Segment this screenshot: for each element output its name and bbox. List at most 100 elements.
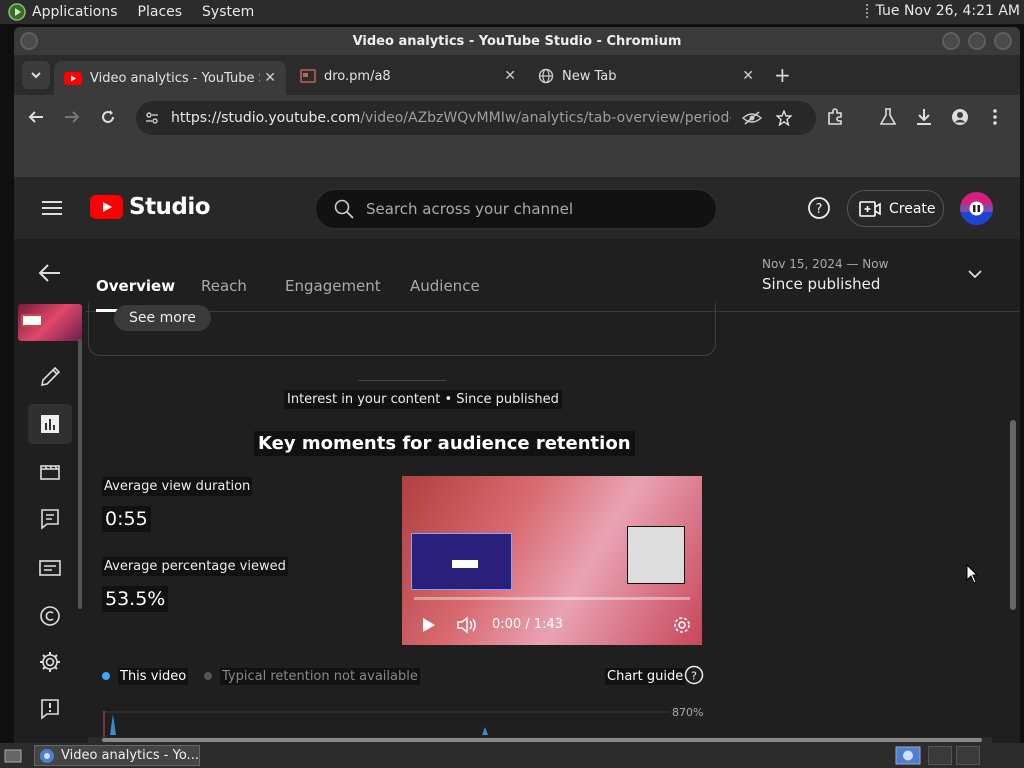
toolbar-spacer [14, 141, 1020, 177]
typical-dot [204, 672, 212, 680]
workspace-switcher-icon[interactable] [895, 746, 921, 765]
maximize-button[interactable] [968, 32, 986, 50]
tab-title: New Tab [562, 68, 617, 84]
section-subtitle: Interest in your content • Since publish… [284, 390, 562, 409]
analytics-content: See more Interest in your content • Sinc… [86, 303, 1020, 743]
workspace-3[interactable] [956, 746, 980, 765]
see-more-button[interactable]: See more [114, 305, 211, 331]
forward-icon[interactable] [64, 109, 80, 125]
help-icon[interactable]: ? [807, 196, 831, 220]
tab-overview[interactable]: Overview [96, 277, 175, 295]
retention-spike-2 [482, 727, 488, 735]
hamburger-menu-icon[interactable] [42, 200, 62, 216]
browser-toolbar: https://studio.youtube.com/video/AZbzWQv… [14, 95, 1020, 141]
globe-icon [538, 68, 554, 84]
video-player[interactable]: 0:00 / 1:43 [402, 476, 702, 645]
taskbar-chromium-item[interactable]: Video analytics - Yo... [34, 745, 200, 766]
page-icon [300, 69, 316, 83]
feedback-icon[interactable] [36, 695, 64, 723]
section-title: Key moments for audience retention [254, 431, 635, 456]
section-divider [358, 380, 446, 381]
back-arrow-icon[interactable] [36, 259, 64, 287]
clock[interactable]: Tue Nov 26, 4:21 AM [865, 3, 1020, 19]
menu-applications[interactable]: Applications [32, 4, 118, 20]
chevron-down-icon [31, 72, 41, 79]
comments-icon[interactable] [36, 505, 64, 533]
tab-new-tab[interactable]: New Tab ✕ [528, 61, 764, 91]
clock-text: Tue Nov 26, 4:21 AM [875, 3, 1020, 19]
search-icon [334, 199, 354, 219]
site-settings-icon[interactable] [144, 110, 160, 126]
kebab-menu-icon[interactable] [992, 108, 998, 126]
window-menu-button[interactable] [20, 32, 38, 50]
search-input[interactable]: Search across your channel [315, 189, 717, 229]
search-placeholder: Search across your channel [366, 200, 574, 218]
extensions-icon[interactable] [826, 108, 844, 126]
studio-logo[interactable]: Studio [90, 194, 211, 220]
labs-flask-icon[interactable] [880, 108, 896, 126]
menu-places[interactable]: Places [138, 4, 183, 20]
edit-pencil-icon[interactable] [36, 363, 64, 391]
new-tab-button[interactable]: + [774, 63, 791, 87]
volume-icon[interactable] [456, 615, 478, 634]
tab-search-button[interactable] [22, 61, 50, 89]
period-label: Since published [762, 275, 881, 293]
close-tab-icon[interactable]: ✕ [504, 68, 516, 84]
chart-max-label: 870% [670, 706, 706, 719]
chevron-down-icon[interactable] [968, 269, 982, 279]
video-thumbnail[interactable] [18, 304, 82, 341]
workspace-2[interactable] [928, 746, 952, 765]
tab-reach[interactable]: Reach [201, 277, 247, 295]
create-button[interactable]: Create [847, 190, 944, 227]
logo-text: Studio [129, 194, 211, 220]
os-top-panel: Applications Places System Tue Nov 26, 4… [0, 0, 1024, 24]
close-window-button[interactable] [994, 32, 1012, 50]
download-icon[interactable] [915, 108, 933, 126]
tab-title: Video analytics - YouTube Studio [90, 70, 260, 86]
thumbnail-window-graphic [21, 314, 43, 327]
player-progress-bar[interactable] [414, 597, 690, 600]
minimize-button[interactable] [942, 32, 960, 50]
youtube-studio: Studio Search across your channel ? Crea… [14, 177, 1020, 743]
bookmark-star-icon[interactable] [776, 110, 792, 126]
video-frame-window-graphic [411, 533, 512, 590]
youtube-icon [64, 71, 82, 85]
video-editor-icon[interactable] [36, 458, 64, 486]
tab-audience[interactable]: Audience [410, 277, 480, 295]
copyright-icon[interactable] [36, 602, 64, 630]
analytics-bars-icon [41, 415, 59, 433]
video-frame-anime-graphic [627, 526, 685, 584]
studio-header: Studio Search across your channel ? Crea… [14, 177, 1020, 239]
tab-dro[interactable]: dro.pm/a8 ✕ [290, 61, 526, 91]
help-icon[interactable]: ? [684, 665, 704, 685]
chart-guide-link[interactable]: Chart guide [605, 668, 686, 685]
channel-avatar[interactable] [960, 192, 993, 225]
back-icon[interactable] [28, 109, 44, 125]
tab-engagement[interactable]: Engagement [285, 277, 381, 295]
close-tab-icon[interactable]: ✕ [264, 70, 276, 86]
retention-spike-1 [110, 714, 116, 735]
page-scrollbar[interactable] [1010, 420, 1016, 610]
subtitles-icon[interactable] [36, 554, 64, 582]
left-sidebar [14, 239, 86, 743]
profile-icon[interactable] [951, 108, 969, 126]
period-selector[interactable]: Nov 15, 2024 — Now Since published [762, 257, 888, 293]
mouse-cursor-icon [966, 564, 978, 584]
applications-icon[interactable] [8, 3, 26, 21]
eye-off-icon[interactable] [742, 110, 762, 126]
menu-system[interactable]: System [202, 4, 254, 20]
sidebar-scrollbar[interactable] [78, 339, 82, 609]
player-settings-icon[interactable] [672, 615, 692, 635]
address-bar[interactable]: https://studio.youtube.com/video/AZbzWQv… [136, 101, 816, 135]
tab-video-analytics[interactable]: Video analytics - YouTube Studio ✕ [54, 61, 286, 95]
show-desktop-icon[interactable] [4, 748, 22, 764]
url-host: https://studio.youtube.com [171, 110, 361, 126]
url-text: https://studio.youtube.com/video/AZbzWQv… [171, 110, 731, 126]
reload-icon[interactable] [100, 109, 116, 125]
analytics-nav-item[interactable] [28, 404, 72, 444]
close-tab-icon[interactable]: ✕ [742, 68, 754, 84]
os-taskbar: Video analytics - Yo... [0, 743, 1024, 768]
play-icon[interactable] [422, 617, 436, 633]
avg-view-duration-value: 0:55 [102, 506, 151, 532]
settings-gear-icon[interactable] [36, 648, 64, 676]
